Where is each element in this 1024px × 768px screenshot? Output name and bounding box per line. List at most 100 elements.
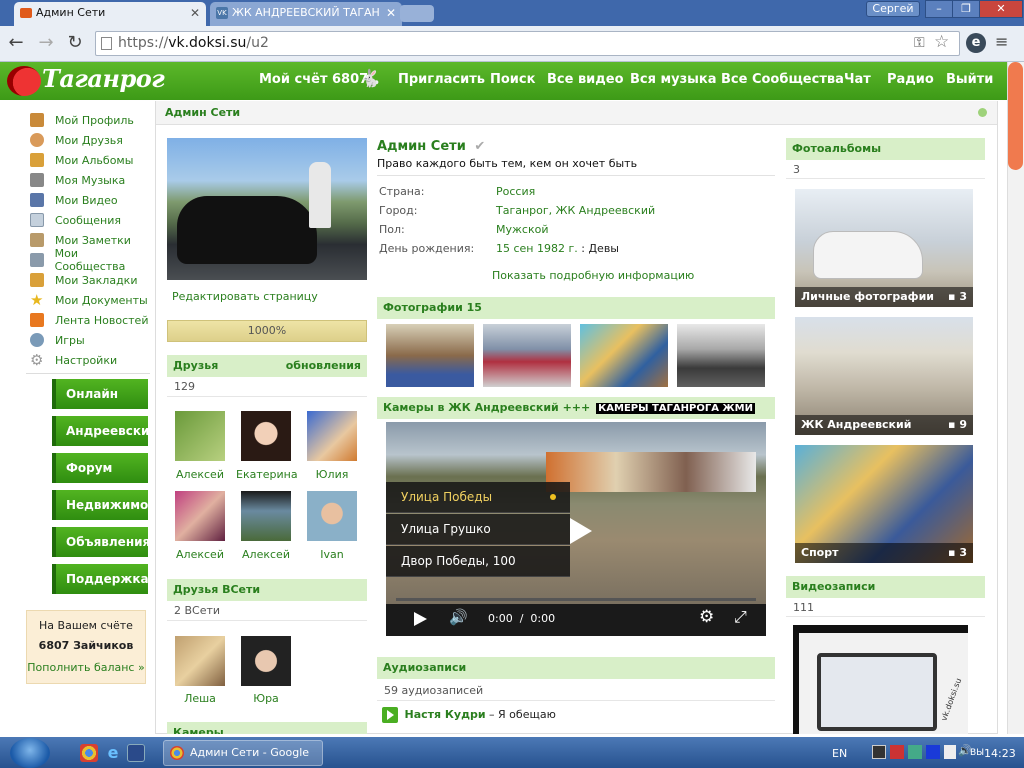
friend-avatar[interactable]: [175, 411, 225, 461]
nav-logout[interactable]: Выйти: [946, 72, 993, 87]
friend-avatar[interactable]: [175, 491, 225, 541]
camera-item[interactable]: Улица Победы: [386, 482, 570, 513]
camera-item[interactable]: Двор Победы, 100: [386, 546, 570, 577]
maximize-button[interactable]: ❐: [952, 0, 980, 18]
audio-track[interactable]: Настя Кудри – Я обещаю: [382, 707, 556, 723]
nav-invite[interactable]: Пригласить: [398, 72, 485, 87]
photo-thumbnail[interactable]: [386, 324, 474, 387]
cameras-highlight[interactable]: КАМЕРЫ ТАГАНРОГА ЖМИ: [596, 403, 755, 414]
top-up-link[interactable]: Пополнить баланс »: [27, 661, 145, 674]
sidebar-item-games[interactable]: Игры: [30, 330, 150, 350]
video-thumbnail[interactable]: vk.doksi.su: [793, 625, 968, 734]
nav-balance[interactable]: Мой счёт 6807: [259, 72, 368, 87]
browser-tab-inactive[interactable]: VK ЖК АНДРЕЕВСКИЙ ТАГАН ✕: [210, 2, 402, 26]
friend-name[interactable]: Алексей: [236, 548, 296, 561]
friend-name[interactable]: Ivan: [302, 548, 362, 561]
sidebar-item-news[interactable]: Лента Новостей: [30, 310, 150, 330]
show-more-info-link[interactable]: Показать подробную информацию: [492, 269, 694, 282]
tray-app-icon[interactable]: [908, 745, 922, 759]
settings-gear-icon[interactable]: ⚙: [699, 607, 714, 627]
volume-icon[interactable]: 🔊: [449, 608, 468, 626]
reload-icon[interactable]: ↻: [65, 33, 85, 53]
online-friends-header[interactable]: Друзья ВСети: [167, 579, 367, 601]
bookmark-star-icon[interactable]: ☆: [934, 31, 949, 54]
ads-button[interactable]: Объявления: [52, 527, 150, 557]
forum-button[interactable]: Форум: [52, 453, 148, 483]
online-button[interactable]: Онлайн: [52, 379, 148, 409]
friends-updates-link[interactable]: обновления: [286, 355, 361, 377]
photo-thumbnail[interactable]: [677, 324, 765, 387]
friend-avatar[interactable]: [307, 411, 357, 461]
play-icon[interactable]: [414, 612, 427, 626]
friend-avatar[interactable]: [307, 491, 357, 541]
browser-tab-active[interactable]: Админ Сети ✕: [14, 2, 206, 26]
extension-e-icon[interactable]: e: [966, 33, 986, 53]
sidebar-item-profile[interactable]: Мой Профиль: [30, 110, 150, 130]
realty-button[interactable]: Недвижимое: [52, 490, 156, 520]
big-play-icon[interactable]: [570, 518, 592, 544]
photo-thumbnail[interactable]: [580, 324, 668, 387]
friend-avatar[interactable]: [241, 491, 291, 541]
media-play-icon[interactable]: [926, 745, 940, 759]
friend-name[interactable]: Юра: [236, 692, 296, 705]
profile-user-button[interactable]: Сергей: [866, 1, 920, 17]
close-tab-icon[interactable]: ✕: [190, 2, 200, 24]
albums-header[interactable]: Фотоальбомы: [786, 138, 985, 160]
cameras-header[interactable]: Камеры в ЖК Андреевский +++ КАМЕРЫ ТАГАН…: [377, 397, 775, 419]
sidebar-item-albums[interactable]: Мои Альбомы: [30, 150, 150, 170]
birthday-date[interactable]: 15 сен 1982 г.: [496, 242, 578, 255]
friend-name[interactable]: Леша: [170, 692, 230, 705]
sidebar-item-friends[interactable]: Мои Друзья: [30, 130, 150, 150]
minimize-button[interactable]: –: [925, 0, 953, 18]
audio-artist[interactable]: Настя Кудри: [405, 708, 486, 721]
friend-name[interactable]: Алексей: [170, 548, 230, 561]
nav-all-communities[interactable]: Все Сообщества: [721, 72, 844, 87]
chrome-taskbar-icon[interactable]: [80, 744, 98, 762]
album-card[interactable]: Личные фотографии ▪ 3: [795, 189, 973, 307]
andreevsky-button[interactable]: Андреевский: [52, 416, 158, 446]
audio-play-icon[interactable]: [382, 707, 398, 723]
info-birthday[interactable]: 15 сен 1982 г. : Девы: [496, 242, 619, 255]
nav-radio[interactable]: Радио: [887, 72, 934, 87]
videos-header[interactable]: Видеозаписи: [786, 576, 985, 598]
app-taskbar-icon[interactable]: [127, 744, 145, 762]
sidebar-item-bookmarks[interactable]: Мои Закладки: [30, 270, 150, 290]
sidebar-item-documents[interactable]: ★ Мои Документы: [30, 290, 150, 310]
friend-avatar[interactable]: [241, 411, 291, 461]
sidebar-item-music[interactable]: Моя Музыка: [30, 170, 150, 190]
chrome-task-button[interactable]: Админ Сети - Google ...: [163, 740, 323, 766]
info-country[interactable]: Россия: [496, 185, 535, 198]
sidebar-item-video[interactable]: Мои Видео: [30, 190, 150, 210]
tray-app-icon[interactable]: [890, 745, 904, 759]
back-arrow-icon[interactable]: ←: [6, 33, 26, 53]
language-indicator[interactable]: EN: [832, 747, 847, 760]
address-bar[interactable]: https://vk.doksi.su/u2 ⚿ ☆: [95, 31, 960, 56]
profile-avatar[interactable]: [167, 138, 367, 280]
friend-avatar[interactable]: [175, 636, 225, 686]
clock[interactable]: 14:23: [984, 747, 1016, 760]
network-icon[interactable]: [872, 745, 886, 759]
album-card[interactable]: ЖК Андреевский ▪ 9: [795, 317, 973, 435]
camera-item[interactable]: Улица Грушко: [386, 514, 570, 545]
album-card[interactable]: Спорт ▪ 3: [795, 445, 973, 563]
sidebar-item-messages[interactable]: Сообщения: [30, 210, 150, 230]
site-logo[interactable]: Таганрог: [42, 64, 165, 93]
tray-app-icon[interactable]: [944, 745, 956, 759]
sidebar-item-communities[interactable]: Мои Сообщества: [30, 247, 150, 273]
friend-name[interactable]: Алексей: [170, 468, 230, 481]
ladybug-logo-icon[interactable]: [7, 66, 41, 96]
tray-language[interactable]: ВЫ: [970, 748, 984, 758]
nav-all-music[interactable]: Вся музыка: [630, 72, 717, 87]
new-tab-button[interactable]: [400, 5, 434, 22]
fullscreen-icon[interactable]: ⤢: [734, 607, 747, 627]
info-city[interactable]: Таганрог, ЖК Андреевский: [496, 204, 655, 217]
audio-header[interactable]: Аудиозаписи: [377, 657, 775, 679]
nav-all-video[interactable]: Все видео: [547, 72, 624, 87]
close-tab-icon[interactable]: ✕: [386, 2, 396, 24]
ie-taskbar-icon[interactable]: e: [104, 744, 122, 762]
nav-chat[interactable]: Чат: [844, 72, 871, 87]
nav-search[interactable]: Поиск: [490, 72, 535, 87]
sidebar-item-settings[interactable]: ⚙ Настройки: [30, 350, 150, 370]
support-button[interactable]: Поддержка: [52, 564, 149, 594]
cameras-left-header[interactable]: Камеры: [167, 722, 367, 734]
